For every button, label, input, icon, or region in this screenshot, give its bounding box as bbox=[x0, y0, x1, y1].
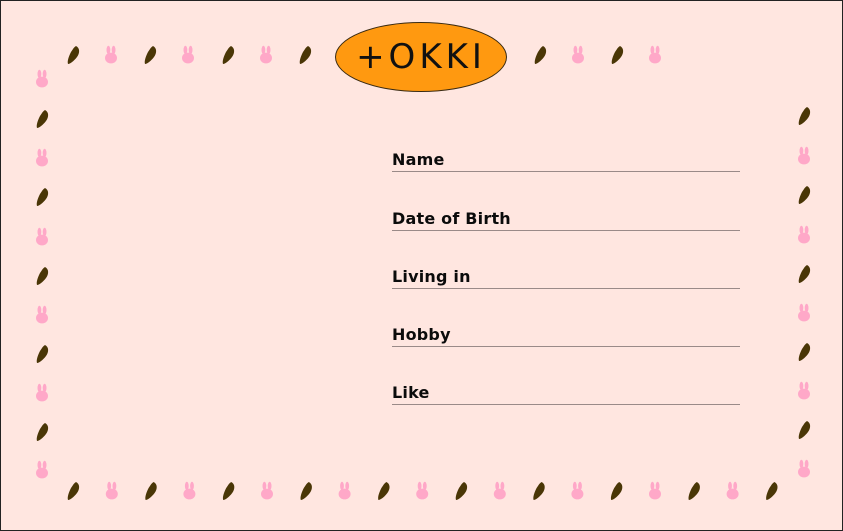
carrot-icon bbox=[222, 46, 235, 64]
field-label-hobby: Hobby bbox=[392, 325, 451, 344]
carrot-icon bbox=[300, 482, 312, 500]
field-label-living-in: Living in bbox=[392, 267, 471, 286]
field-living-in[interactable]: Living in bbox=[392, 267, 740, 289]
carrot-icon bbox=[798, 265, 811, 283]
carrot-icon bbox=[766, 482, 778, 500]
carrot-icon bbox=[610, 482, 623, 500]
carrot-icon bbox=[145, 482, 157, 500]
bunny-icon bbox=[183, 481, 196, 500]
bunny-icon bbox=[36, 305, 48, 324]
carrot-icon bbox=[36, 110, 49, 128]
carrot-icon bbox=[534, 46, 547, 64]
carrot-icon bbox=[36, 423, 49, 441]
field-label-name: Name bbox=[392, 150, 445, 169]
bunny-icon bbox=[798, 146, 810, 165]
field-date-of-birth[interactable]: Date of Birth bbox=[392, 209, 740, 231]
bunny-icon bbox=[36, 227, 48, 246]
bunny-icon bbox=[36, 383, 48, 402]
carrot-icon bbox=[798, 186, 811, 204]
field-like[interactable]: Like bbox=[392, 383, 740, 405]
field-label-date-of-birth: Date of Birth bbox=[392, 209, 511, 228]
bunny-icon bbox=[416, 481, 429, 500]
carrot-icon bbox=[798, 421, 811, 439]
bunny-icon bbox=[493, 481, 506, 500]
bunny-icon bbox=[338, 481, 351, 500]
carrot-icon bbox=[798, 343, 811, 361]
carrot-icon bbox=[144, 46, 157, 64]
carrot-icon bbox=[67, 46, 80, 64]
bunny-icon bbox=[36, 460, 48, 479]
bunny-icon bbox=[571, 481, 584, 500]
bunny-icon bbox=[798, 303, 810, 322]
title-badge: +OKKI bbox=[335, 22, 507, 92]
field-label-like: Like bbox=[392, 383, 430, 402]
bunny-icon bbox=[36, 69, 48, 88]
carrot-icon bbox=[378, 482, 390, 500]
carrot-icon bbox=[36, 188, 49, 206]
bunny-icon bbox=[798, 459, 810, 478]
carrot-icon bbox=[455, 482, 468, 500]
carrot-icon bbox=[67, 482, 80, 500]
carrot-icon bbox=[533, 482, 545, 500]
bunny-icon bbox=[105, 45, 117, 64]
carrot-icon bbox=[36, 345, 49, 363]
bunny-icon bbox=[649, 481, 661, 500]
bunny-icon bbox=[649, 45, 661, 64]
bunny-icon bbox=[726, 481, 739, 500]
carrot-icon bbox=[798, 107, 811, 125]
bunny-icon bbox=[798, 225, 810, 244]
carrot-icon bbox=[36, 267, 49, 285]
bunny-icon bbox=[182, 45, 194, 64]
bunny-icon bbox=[260, 45, 272, 64]
title-text: +OKKI bbox=[356, 37, 486, 77]
profile-card: +OKKI Name Date of Birth Living in Hobby… bbox=[0, 0, 843, 531]
field-name[interactable]: Name bbox=[392, 150, 740, 172]
field-hobby[interactable]: Hobby bbox=[392, 325, 740, 347]
bunny-icon bbox=[572, 45, 584, 64]
carrot-icon bbox=[611, 46, 624, 64]
bunny-icon bbox=[105, 481, 118, 500]
carrot-icon bbox=[299, 46, 312, 64]
bunny-icon bbox=[36, 148, 48, 167]
carrot-icon bbox=[688, 482, 700, 500]
bunny-icon bbox=[261, 481, 273, 500]
carrot-icon bbox=[222, 482, 235, 500]
bunny-icon bbox=[798, 381, 810, 400]
